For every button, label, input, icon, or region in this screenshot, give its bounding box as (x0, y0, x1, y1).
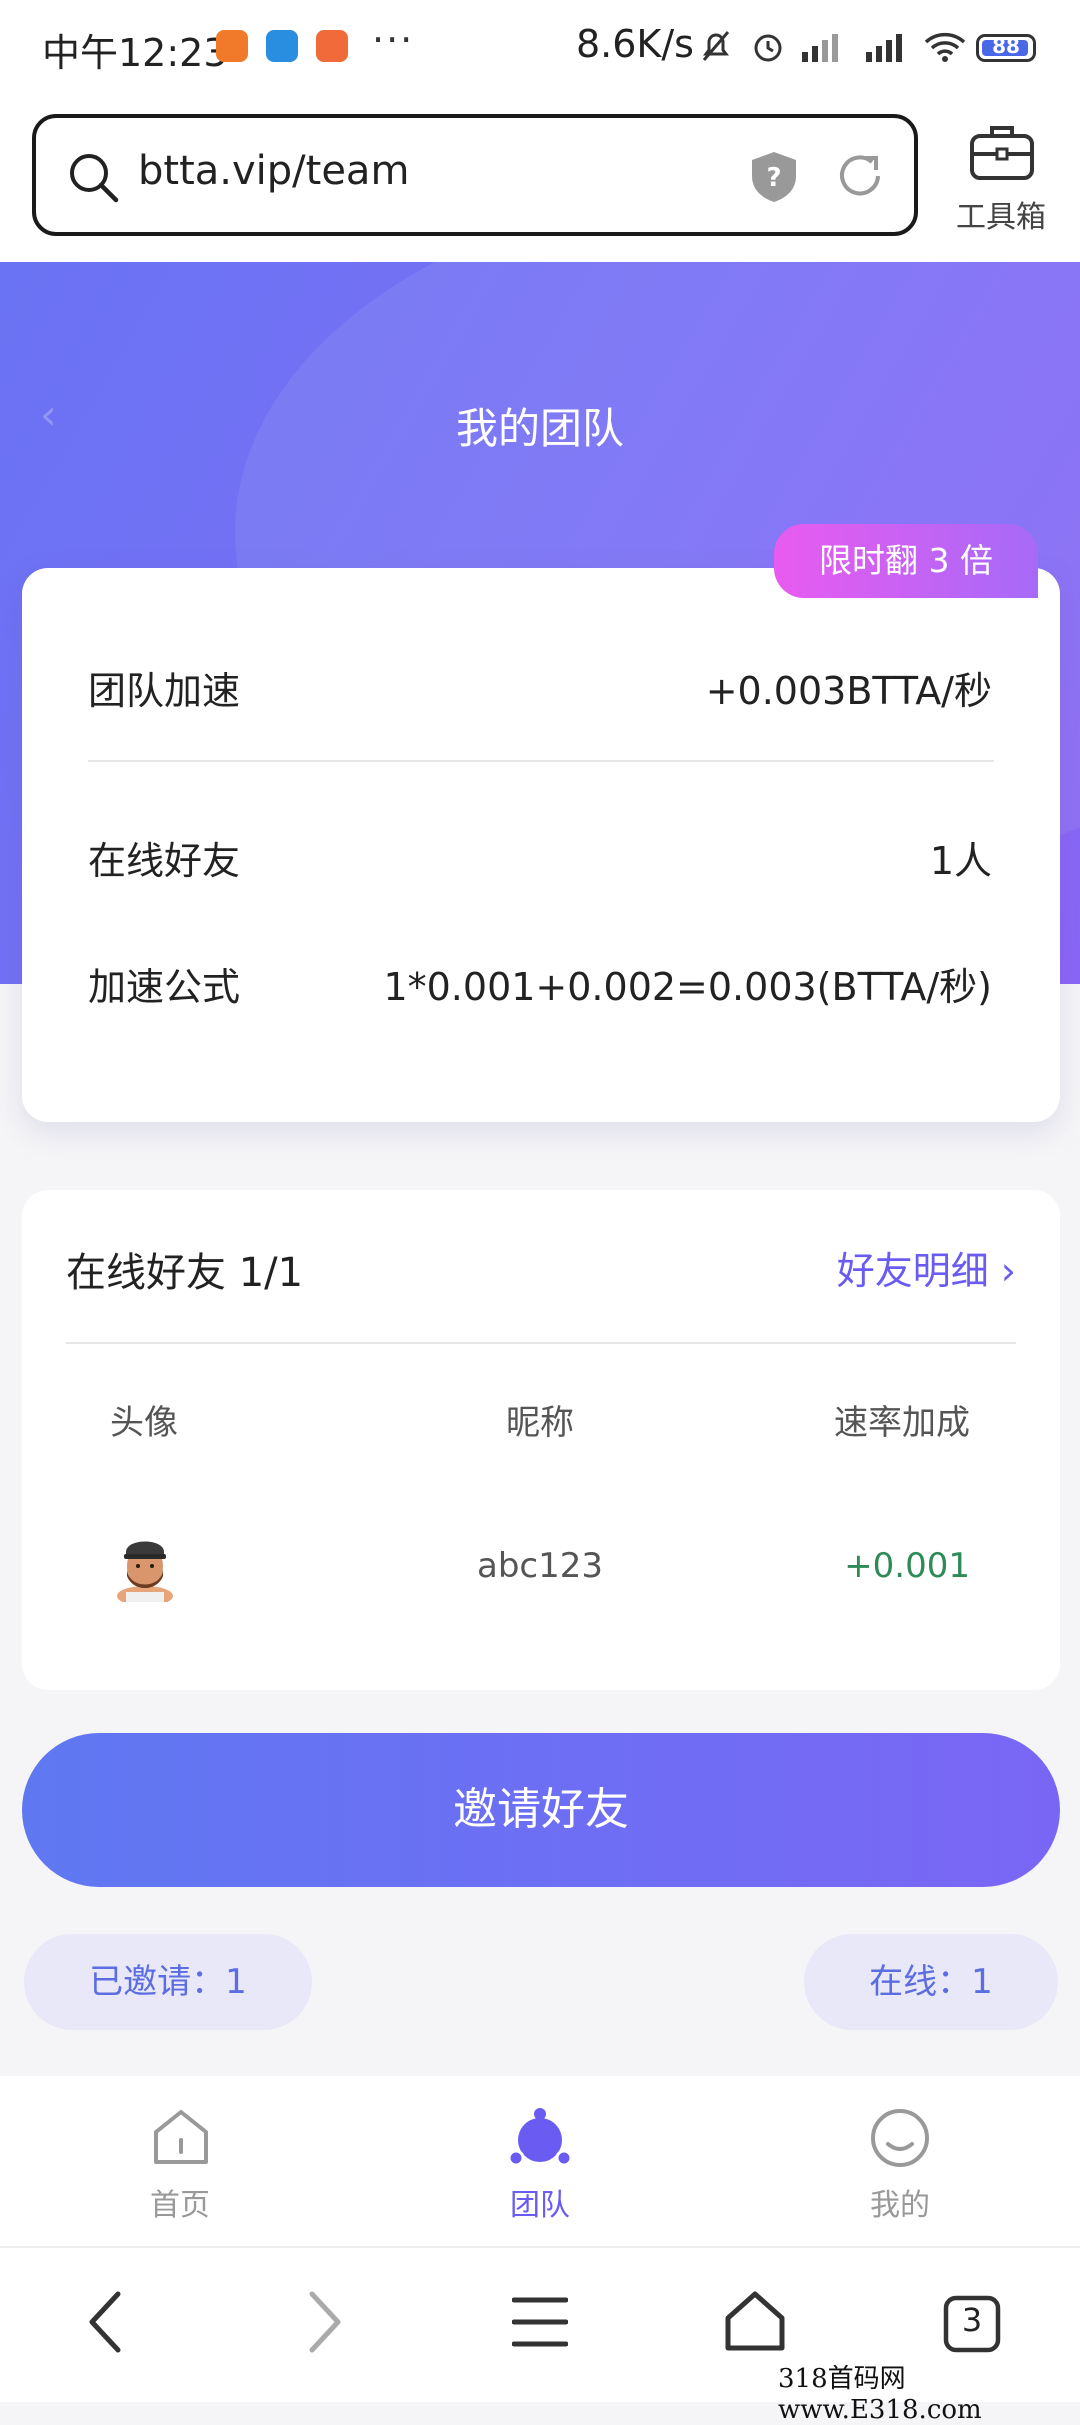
network-speed: 8.6K/s (576, 22, 694, 66)
friend-details-link[interactable]: 好友明细 › (837, 1240, 1016, 1295)
battery-icon: 88 (976, 34, 1036, 62)
menu-icon[interactable] (512, 2294, 568, 2350)
friend-rate: +0.001 (844, 1546, 970, 1586)
tab-home[interactable]: 首页 (100, 2180, 260, 2224)
url-text[interactable]: btta.vip/team (138, 148, 409, 194)
shield-icon[interactable]: ? (750, 150, 798, 204)
back-icon[interactable] (84, 2290, 128, 2354)
team-icon[interactable] (508, 2106, 572, 2168)
wifi-icon (924, 32, 966, 62)
divider (88, 760, 994, 762)
formula-label: 加速公式 (88, 965, 241, 1009)
forward-icon[interactable] (302, 2290, 346, 2354)
toolbox-label[interactable]: 工具箱 (956, 192, 1046, 236)
notification-app-icon (266, 30, 298, 62)
watermark: 318首码网 www.E318.com (778, 2364, 982, 2425)
online-count-badge: 在线：1 (804, 1934, 1058, 2030)
profile-smile-icon[interactable] (868, 2106, 932, 2170)
friends-title: 在线好友 1/1 (66, 1250, 304, 1296)
battery-level: 88 (992, 34, 1020, 58)
column-header-rate: 速率加成 (834, 1403, 970, 1443)
home-icon[interactable] (150, 2108, 212, 2168)
home-page-icon[interactable] (724, 2290, 786, 2352)
toolbox-icon[interactable] (968, 122, 1036, 182)
online-friends-value: 1人 (929, 839, 992, 883)
formula-value: 1*0.001+0.002=0.003(BTTA/秒) (383, 965, 992, 1009)
mute-icon (702, 31, 730, 61)
notification-app-icon (216, 30, 248, 62)
invited-count-badge: 已邀请：1 (24, 1934, 312, 2030)
svg-text:?: ? (766, 163, 781, 193)
more-notifications-icon: ··· (372, 18, 415, 62)
team-speed-label: 团队加速 (88, 669, 241, 713)
promo-badge: 限时翻 3 倍 (774, 524, 1038, 598)
team-speed-value: +0.003BTTA/秒 (705, 669, 992, 713)
tabs-count: 3 (961, 2301, 983, 2339)
invite-friends-button[interactable]: 邀请好友 (22, 1733, 1060, 1887)
notification-app-icon (316, 30, 348, 62)
status-time: 中午12:23 (42, 31, 228, 75)
signal-icon (866, 34, 902, 62)
tab-mine[interactable]: 我的 (820, 2180, 980, 2224)
online-friends-label: 在线好友 (88, 839, 241, 883)
search-icon (70, 154, 119, 203)
refresh-icon[interactable] (834, 150, 886, 202)
alarm-icon (754, 34, 782, 62)
divider (66, 1342, 1016, 1344)
page-title: 我的团队 (455, 404, 624, 453)
tab-team[interactable]: 团队 (460, 2180, 620, 2224)
signal-icon (802, 34, 838, 62)
